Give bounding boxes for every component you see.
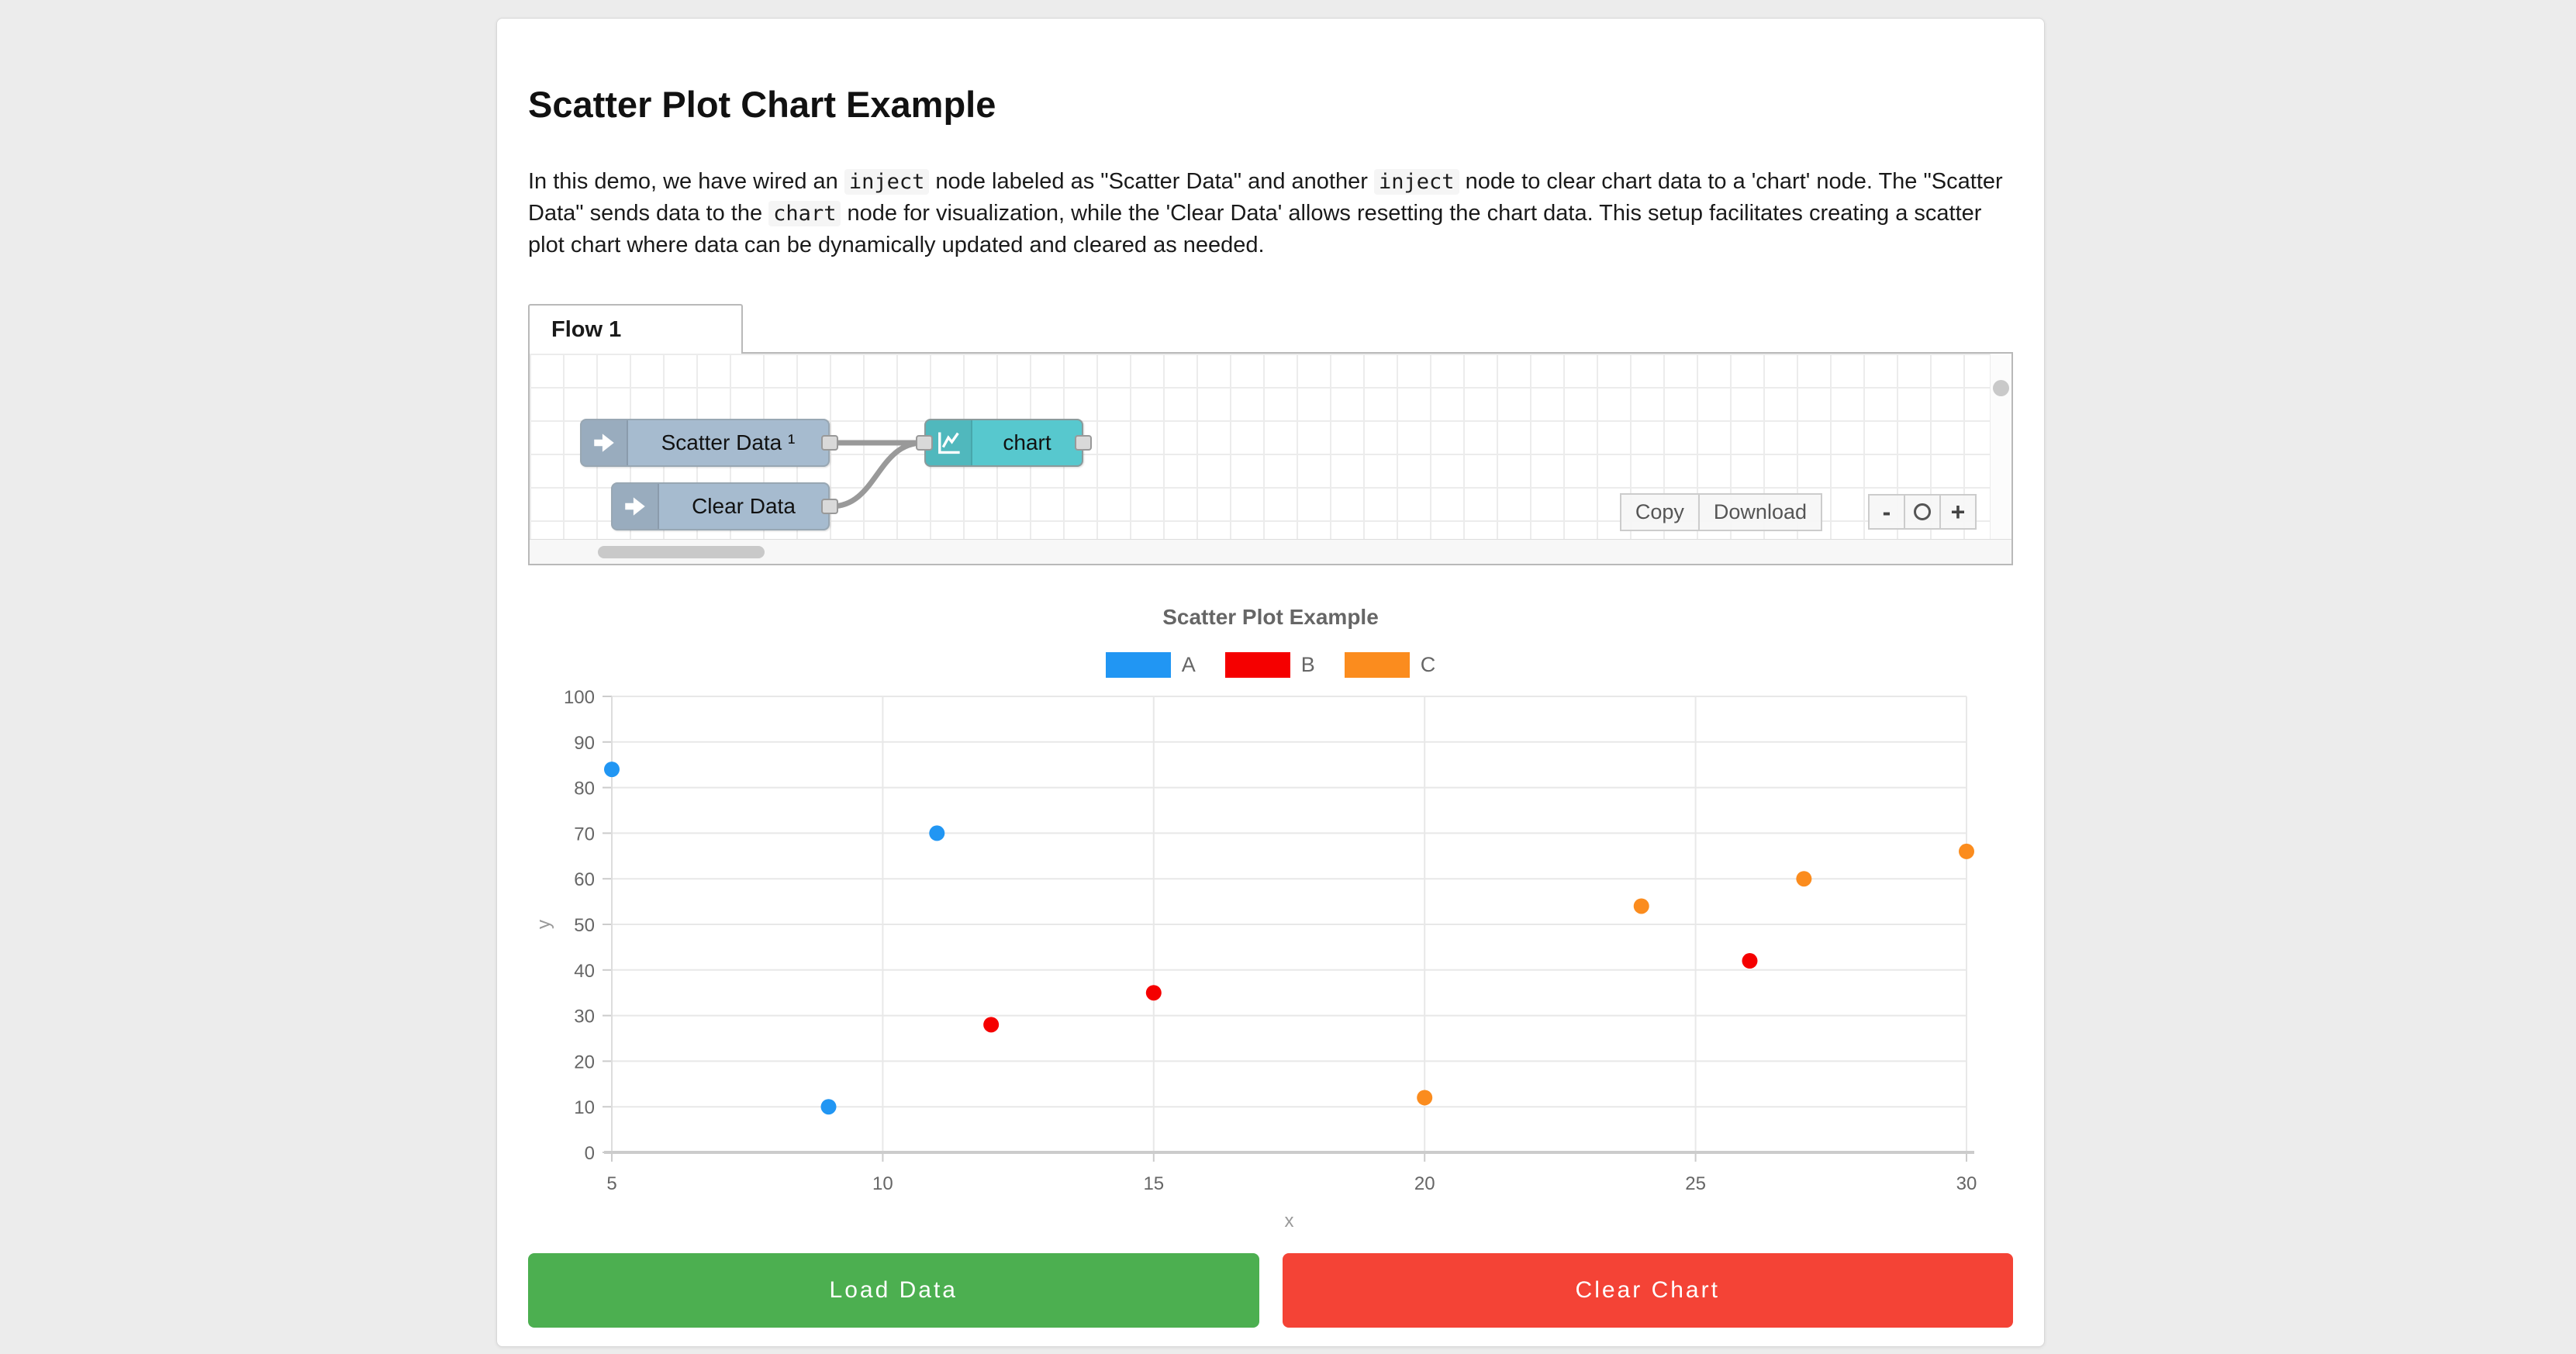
node-label: Clear Data — [659, 494, 828, 519]
input-port[interactable] — [916, 435, 933, 451]
legend-swatch — [1106, 652, 1171, 678]
zoom-controls: - + — [1868, 494, 1977, 530]
svg-text:20: 20 — [1414, 1173, 1435, 1194]
node-chart[interactable]: chart — [924, 419, 1083, 467]
svg-text:10: 10 — [574, 1097, 595, 1118]
data-point-C — [1959, 844, 1974, 859]
svg-text:x: x — [1285, 1211, 1294, 1230]
svg-text:40: 40 — [574, 961, 595, 982]
scatter-chart-section: Scatter Plot Example A B C 0 10 20 30 40 50 60 70… — [528, 604, 2013, 1230]
svg-text:30: 30 — [574, 1007, 595, 1028]
vertical-scrollbar[interactable] — [1990, 354, 2011, 539]
svg-text:100: 100 — [564, 687, 595, 708]
intro-paragraph: In this demo, we have wired an inject no… — [528, 166, 2013, 261]
chart-title: Scatter Plot Example — [528, 604, 2013, 630]
horizontal-scrollbar-thumb[interactable] — [598, 546, 765, 558]
data-point-B — [1146, 985, 1162, 1000]
svg-text:15: 15 — [1143, 1173, 1164, 1194]
legend-swatch — [1225, 652, 1290, 678]
svg-text:50: 50 — [574, 915, 595, 936]
flow-canvas[interactable]: Scatter Data ¹ Clear Data — [528, 352, 2013, 565]
tab-flow-1-label: Flow 1 — [551, 317, 621, 343]
intro-text: node labeled as "Scatter Data" and anoth… — [929, 169, 1374, 194]
svg-text:20: 20 — [574, 1052, 595, 1072]
page-title: Scatter Plot Chart Example — [528, 84, 2013, 126]
svg-text:0: 0 — [585, 1143, 595, 1164]
inline-code: inject — [1374, 169, 1459, 195]
data-point-C — [1417, 1090, 1432, 1105]
vertical-scrollbar-thumb[interactable] — [1993, 380, 2009, 396]
svg-text:10: 10 — [872, 1173, 893, 1194]
legend-swatch — [1345, 652, 1410, 678]
legend-label: B — [1301, 653, 1315, 677]
zoom-reset-button[interactable] — [1904, 494, 1941, 530]
line-chart-icon — [926, 420, 972, 465]
copy-button[interactable]: Copy — [1620, 493, 1700, 531]
svg-text:30: 30 — [1956, 1173, 1977, 1194]
svg-text:25: 25 — [1685, 1173, 1706, 1194]
svg-text:80: 80 — [574, 779, 595, 800]
scatter-plot[interactable]: 0 10 20 30 40 50 60 70 80 90 100 5 10 15 20 25 30 x y — [528, 687, 2015, 1230]
download-button[interactable]: Download — [1698, 493, 1822, 531]
data-point-C — [1796, 871, 1811, 886]
zoom-in-button[interactable]: + — [1939, 494, 1977, 530]
action-buttons: Load Data Clear Chart — [528, 1253, 2013, 1328]
data-point-B — [1742, 953, 1757, 969]
clear-chart-button[interactable]: Clear Chart — [1283, 1253, 2014, 1328]
legend-label: A — [1182, 653, 1196, 677]
output-port[interactable] — [821, 499, 838, 514]
arrow-right-icon — [582, 420, 628, 465]
flow-editor: Flow 1 Scatter Data ¹ — [528, 304, 2013, 565]
svg-text:y: y — [534, 920, 554, 929]
horizontal-scrollbar[interactable] — [530, 539, 2011, 564]
output-port[interactable] — [821, 435, 838, 451]
data-point-A — [821, 1099, 837, 1114]
intro-text: In this demo, we have wired an — [528, 169, 844, 194]
content-card: Scatter Plot Chart Example In this demo,… — [496, 18, 2045, 1347]
inline-code: inject — [844, 169, 930, 195]
flow-toolbar: Copy Download — [1620, 493, 1822, 531]
legend-entry-C[interactable]: C — [1345, 652, 1436, 678]
data-point-C — [1634, 898, 1649, 914]
legend-entry-B[interactable]: B — [1225, 652, 1315, 678]
arrow-right-icon — [613, 484, 659, 529]
data-point-A — [929, 825, 944, 841]
data-point-B — [983, 1017, 999, 1032]
tab-flow-1[interactable]: Flow 1 — [528, 304, 743, 354]
load-data-button[interactable]: Load Data — [528, 1253, 1259, 1328]
legend-label: C — [1421, 653, 1436, 677]
output-port[interactable] — [1075, 435, 1092, 451]
data-point-A — [604, 762, 620, 777]
svg-text:90: 90 — [574, 733, 595, 754]
node-label: Scatter Data ¹ — [628, 430, 828, 455]
inline-code: chart — [768, 201, 841, 226]
node-label: chart — [972, 430, 1082, 455]
legend-entry-A[interactable]: A — [1106, 652, 1196, 678]
zoom-out-button[interactable]: - — [1868, 494, 1905, 530]
svg-text:60: 60 — [574, 869, 595, 890]
svg-text:5: 5 — [606, 1173, 616, 1194]
node-clear-data[interactable]: Clear Data — [611, 482, 830, 530]
node-scatter-data[interactable]: Scatter Data ¹ — [580, 419, 830, 467]
svg-text:70: 70 — [574, 824, 595, 845]
circle-icon — [1914, 503, 1931, 520]
chart-legend: A B C — [528, 652, 2013, 678]
